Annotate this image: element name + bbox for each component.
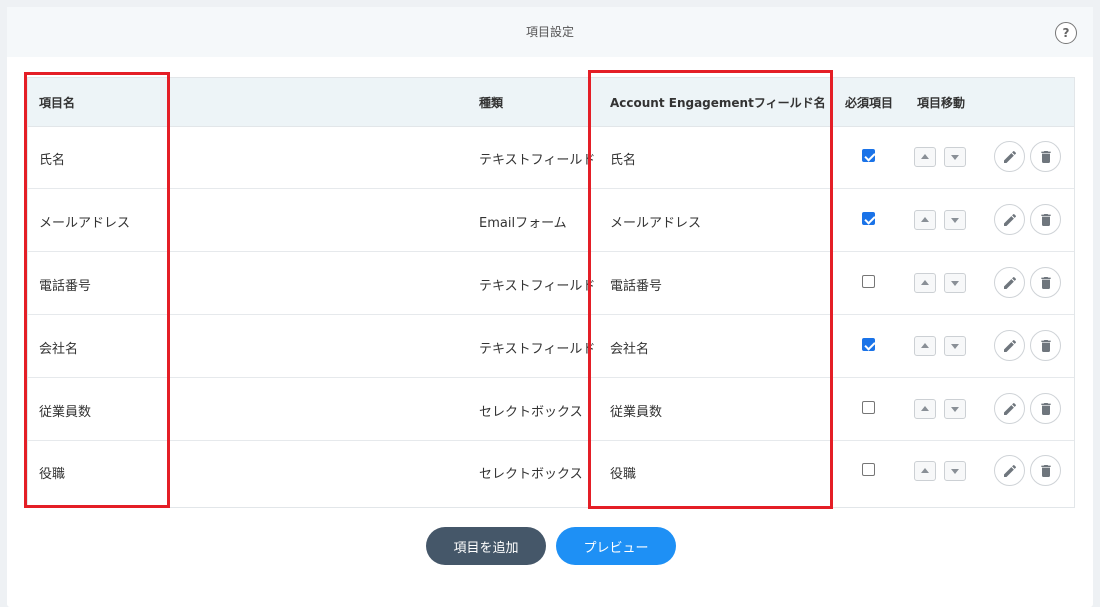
- move-up-button[interactable]: [914, 147, 936, 167]
- cell-ae-field: 役職: [610, 467, 637, 482]
- trash-icon: [1041, 214, 1051, 226]
- required-checkbox[interactable]: [862, 401, 875, 414]
- pencil-icon: [1004, 276, 1017, 289]
- table-row: メールアドレス Emailフォーム メールアドレス: [28, 189, 1074, 252]
- edit-button[interactable]: [994, 204, 1025, 235]
- arrow-up-icon: [921, 280, 929, 285]
- arrow-down-icon: [951, 218, 959, 223]
- table-row: 氏名 テキストフィールド 氏名: [28, 126, 1074, 189]
- cell-name: 氏名: [39, 153, 66, 168]
- delete-button[interactable]: [1030, 330, 1061, 361]
- header-type: 種類: [479, 96, 504, 110]
- table-row: 会社名 テキストフィールド 会社名: [28, 315, 1074, 378]
- move-down-button[interactable]: [944, 461, 966, 481]
- cell-ae-field: 氏名: [610, 153, 637, 168]
- panel-header: 項目設定 ?: [7, 7, 1093, 57]
- arrow-down-icon: [951, 344, 959, 349]
- move-up-button[interactable]: [914, 461, 936, 481]
- arrow-up-icon: [921, 154, 929, 159]
- cell-ae-field: メールアドレス: [610, 216, 702, 231]
- delete-button[interactable]: [1030, 204, 1061, 235]
- pencil-icon: [1004, 339, 1017, 352]
- move-down-button[interactable]: [944, 147, 966, 167]
- cell-ae-field: 従業員数: [610, 405, 663, 420]
- cell-name: 会社名: [39, 342, 79, 357]
- help-icon[interactable]: ?: [1055, 22, 1077, 44]
- move-up-button[interactable]: [914, 273, 936, 293]
- cell-name: 役職: [39, 467, 66, 482]
- table-row: 従業員数 セレクトボックス 従業員数: [28, 378, 1074, 441]
- preview-button[interactable]: プレビュー: [556, 527, 676, 565]
- pencil-icon: [1004, 402, 1017, 415]
- required-checkbox[interactable]: [862, 463, 875, 476]
- add-item-button[interactable]: 項目を追加: [426, 527, 546, 565]
- pencil-icon: [1004, 213, 1017, 226]
- arrow-down-icon: [951, 281, 959, 286]
- arrow-down-icon: [951, 407, 959, 412]
- required-checkbox[interactable]: [862, 338, 875, 351]
- table-header: 項目名 種類 Account Engagementフィールド名 必須項目 項目移…: [28, 78, 1074, 127]
- move-down-button[interactable]: [944, 399, 966, 419]
- header-move: 項目移動: [917, 96, 966, 110]
- cell-name: 電話番号: [39, 279, 92, 294]
- cell-type: Emailフォーム: [479, 216, 567, 231]
- pencil-icon: [1004, 464, 1017, 477]
- trash-icon: [1041, 403, 1051, 415]
- cell-name: 従業員数: [39, 405, 92, 420]
- cell-type: セレクトボックス: [479, 405, 583, 420]
- cell-type: セレクトボックス: [479, 467, 583, 482]
- arrow-up-icon: [921, 468, 929, 473]
- pencil-icon: [1004, 150, 1017, 163]
- cell-name: メールアドレス: [39, 216, 131, 231]
- required-checkbox[interactable]: [862, 212, 875, 225]
- header-ae-field: Account Engagementフィールド名: [610, 96, 826, 110]
- trash-icon: [1041, 151, 1051, 163]
- arrow-up-icon: [921, 217, 929, 222]
- cell-type: テキストフィールド: [479, 342, 596, 357]
- delete-button[interactable]: [1030, 393, 1061, 424]
- header-name: 項目名: [39, 96, 76, 110]
- delete-button[interactable]: [1030, 141, 1061, 172]
- edit-button[interactable]: [994, 267, 1025, 298]
- edit-button[interactable]: [994, 455, 1025, 486]
- edit-button[interactable]: [994, 330, 1025, 361]
- edit-button[interactable]: [994, 141, 1025, 172]
- move-down-button[interactable]: [944, 210, 966, 230]
- table-row: 電話番号 テキストフィールド 電話番号: [28, 252, 1074, 315]
- trash-icon: [1041, 340, 1051, 352]
- move-up-button[interactable]: [914, 210, 936, 230]
- arrow-up-icon: [921, 343, 929, 348]
- table-row: 役職 セレクトボックス 役職: [28, 440, 1074, 502]
- cell-type: テキストフィールド: [479, 279, 596, 294]
- arrow-down-icon: [951, 469, 959, 474]
- arrow-up-icon: [921, 406, 929, 411]
- cell-ae-field: 電話番号: [610, 279, 663, 294]
- required-checkbox[interactable]: [862, 149, 875, 162]
- arrow-down-icon: [951, 155, 959, 160]
- move-up-button[interactable]: [914, 399, 936, 419]
- move-up-button[interactable]: [914, 336, 936, 356]
- cell-type: テキストフィールド: [479, 153, 596, 168]
- move-down-button[interactable]: [944, 273, 966, 293]
- move-down-button[interactable]: [944, 336, 966, 356]
- required-checkbox[interactable]: [862, 275, 875, 288]
- header-required: 必須項目: [845, 96, 894, 110]
- delete-button[interactable]: [1030, 267, 1061, 298]
- trash-icon: [1041, 465, 1051, 477]
- cell-ae-field: 会社名: [610, 342, 650, 357]
- page-title: 項目設定: [525, 25, 574, 39]
- delete-button[interactable]: [1030, 455, 1061, 486]
- trash-icon: [1041, 277, 1051, 289]
- fields-table: 項目名 種類 Account Engagementフィールド名 必須項目 項目移…: [27, 77, 1075, 508]
- edit-button[interactable]: [994, 393, 1025, 424]
